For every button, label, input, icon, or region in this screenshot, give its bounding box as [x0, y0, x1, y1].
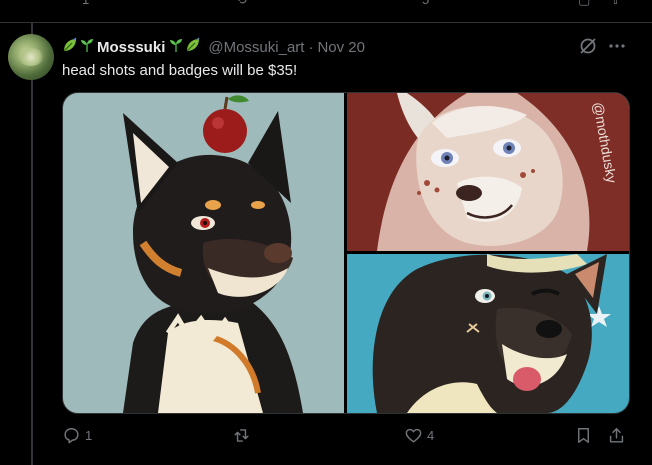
post-action-bar: 1 4	[62, 426, 628, 448]
avatar[interactable]	[8, 34, 54, 80]
bookmark-icon	[578, 428, 589, 443]
repost-button[interactable]	[232, 426, 255, 445]
previous-like-count[interactable]: 5	[422, 0, 429, 7]
bookmark-button[interactable]	[574, 426, 593, 445]
reply-icon	[64, 428, 79, 444]
grok-icon[interactable]	[578, 36, 598, 56]
media-grid[interactable]: @mothdusky	[62, 92, 630, 414]
previous-post-tail: 1 ⟲ 5 ▢ ⇧	[0, 0, 652, 22]
repost-icon	[234, 429, 249, 442]
share-button[interactable]	[607, 426, 626, 445]
media-image-wolf-headshot[interactable]	[63, 93, 344, 413]
post-text: head shots and badges will be $35!	[62, 62, 298, 79]
previous-reply-count[interactable]: 1	[82, 0, 89, 7]
leaf-icon	[62, 36, 78, 58]
heart-icon	[405, 428, 422, 443]
reply-count: 1	[85, 428, 93, 443]
leaf-icon	[185, 36, 201, 58]
media-image-deer-badge[interactable]: @mothdusky	[347, 93, 629, 251]
author-display-name[interactable]: Mosssuki	[97, 39, 165, 56]
post-divider	[0, 22, 652, 23]
media-image-dark-wolf-headshot[interactable]	[347, 254, 629, 413]
previous-share-icon[interactable]: ⇧	[610, 0, 621, 8]
author-handle[interactable]: @Mossuki_art	[208, 39, 304, 56]
previous-post-actions: 1 ⟲ 5 ▢ ⇧	[0, 0, 652, 8]
previous-bookmark-icon[interactable]: ▢	[578, 0, 590, 8]
like-count: 4	[427, 428, 435, 443]
like-button[interactable]: 4	[404, 426, 434, 445]
post-header: Mosssuki @Mossuki_art · Nov 20	[62, 36, 365, 58]
separator-dot: ·	[308, 38, 314, 56]
previous-repost-icon[interactable]: ⟲	[236, 0, 247, 8]
tweet-page: 1 ⟲ 5 ▢ ⇧ Mosssuki @Mossuki_art · Nov 20	[0, 0, 652, 465]
reply-button[interactable]: 1	[62, 426, 92, 445]
sprout-icon	[168, 37, 184, 58]
sprout-icon	[79, 37, 95, 58]
more-options-icon[interactable]	[607, 36, 627, 56]
share-icon	[609, 428, 624, 443]
post-date[interactable]: Nov 20	[317, 39, 365, 56]
